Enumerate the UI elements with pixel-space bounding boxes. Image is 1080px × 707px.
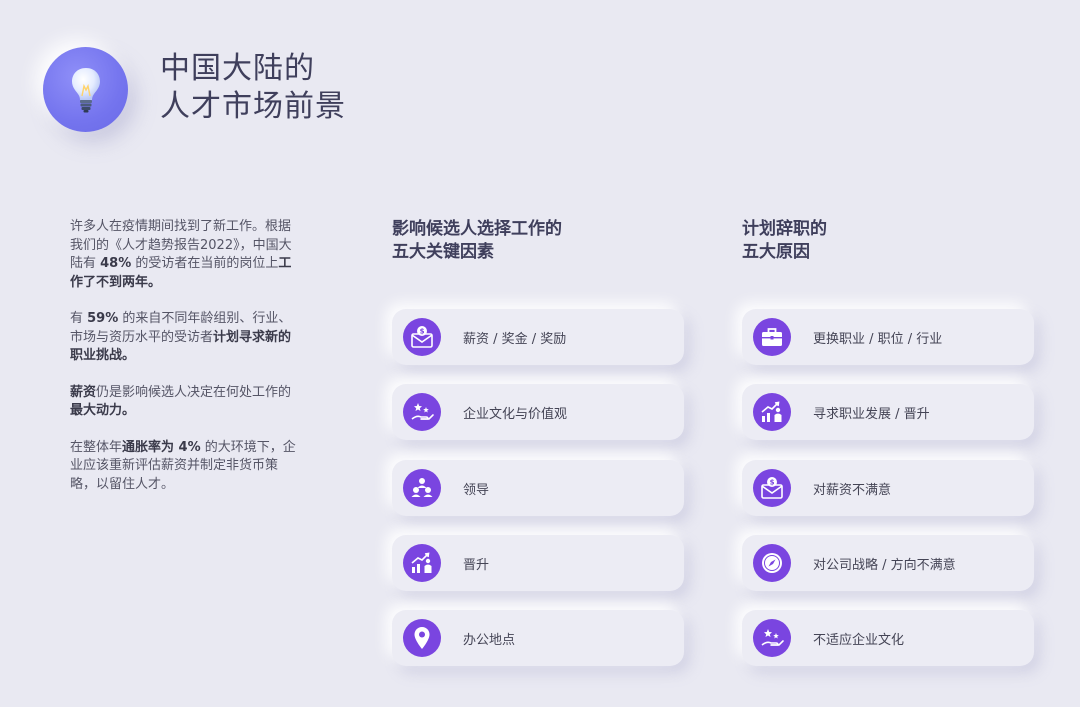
reason-card-strategy: 对公司战略 / 方向不满意 [742, 535, 1034, 591]
hand-stars-icon [403, 393, 441, 431]
reason-label: 对薪资不满意 [813, 479, 891, 498]
svg-text:$: $ [420, 328, 425, 336]
money-envelope-icon: $ [753, 469, 791, 507]
intro-paragraph-3: 薪资仍是影响候选人决定在何处工作的最大动力。 [70, 384, 302, 421]
factors-title: 影响候选人选择工作的 五大关键因素 [392, 218, 562, 264]
intro-p2-bold-a: 59% [87, 311, 118, 326]
reasons-title: 计划辞职的 五大原因 [742, 218, 827, 264]
factor-label: 薪资 / 奖金 / 奖励 [463, 328, 566, 347]
intro-p3-text: 仍是影响候选人决定在何处工作的 [96, 385, 291, 400]
intro-p3-bold-b: 最大动力。 [70, 403, 135, 418]
reasons-title-line1: 计划辞职的 [742, 218, 827, 241]
intro-p4-text-a: 在整体年 [70, 440, 122, 455]
lightbulb-icon [69, 66, 103, 114]
factor-card-salary: $ 薪资 / 奖金 / 奖励 [392, 309, 684, 365]
intro-paragraph-4: 在整体年通胀率为 4% 的大环境下，企业应该重新评估薪资并制定非货币策略，以留住… [70, 439, 302, 495]
reason-card-career-change: 更换职业 / 职位 / 行业 [742, 309, 1034, 365]
factor-card-culture: 企业文化与价值观 [392, 384, 684, 440]
factor-label: 领导 [463, 479, 489, 498]
reason-label: 对公司战略 / 方向不满意 [813, 554, 956, 573]
page-title: 中国大陆的 人才市场前景 [160, 50, 346, 126]
factors-title-line1: 影响候选人选择工作的 [392, 218, 562, 241]
factor-label: 办公地点 [463, 629, 515, 648]
reason-card-salary: $ 对薪资不满意 [742, 460, 1034, 516]
factor-card-location: 办公地点 [392, 610, 684, 666]
growth-chart-icon [753, 393, 791, 431]
intro-paragraph-1: 许多人在疫情期间找到了新工作。根据我们的《人才趋势报告2022》，中国大陆有 4… [70, 218, 302, 292]
reason-label: 更换职业 / 职位 / 行业 [813, 328, 942, 347]
page-title-line1: 中国大陆的 [160, 50, 346, 88]
reason-card-development: 寻求职业发展 / 晋升 [742, 384, 1034, 440]
factor-label: 晋升 [463, 554, 489, 573]
intro-p1-text-b: 的受访者在当前的岗位上 [131, 256, 278, 271]
people-group-icon [403, 469, 441, 507]
logo-badge [43, 47, 128, 132]
intro-p3-bold-a: 薪资 [70, 385, 96, 400]
intro-p1-bold-a: 48% [100, 256, 131, 271]
reason-label: 寻求职业发展 / 晋升 [813, 403, 930, 422]
growth-chart-icon [403, 544, 441, 582]
intro-p4-bold: 通胀率为 4% [122, 440, 201, 455]
hand-stars-icon [753, 619, 791, 657]
factor-card-leadership: 领导 [392, 460, 684, 516]
compass-icon [753, 544, 791, 582]
factor-label: 企业文化与价值观 [463, 403, 567, 422]
location-pin-icon [403, 619, 441, 657]
intro-p2-text-a: 有 [70, 311, 87, 326]
svg-text:$: $ [770, 479, 775, 487]
reason-card-culture: 不适应企业文化 [742, 610, 1034, 666]
money-envelope-icon: $ [403, 318, 441, 356]
briefcase-icon [753, 318, 791, 356]
reasons-title-line2: 五大原因 [742, 241, 827, 264]
intro-text: 许多人在疫情期间找到了新工作。根据我们的《人才趋势报告2022》，中国大陆有 4… [70, 218, 302, 512]
reason-label: 不适应企业文化 [813, 629, 904, 648]
page-title-line2: 人才市场前景 [160, 88, 346, 126]
factors-title-line2: 五大关键因素 [392, 241, 562, 264]
factor-card-promotion: 晋升 [392, 535, 684, 591]
intro-paragraph-2: 有 59% 的来自不同年龄组别、行业、市场与资历水平的受访者计划寻求新的职业挑战… [70, 310, 302, 366]
